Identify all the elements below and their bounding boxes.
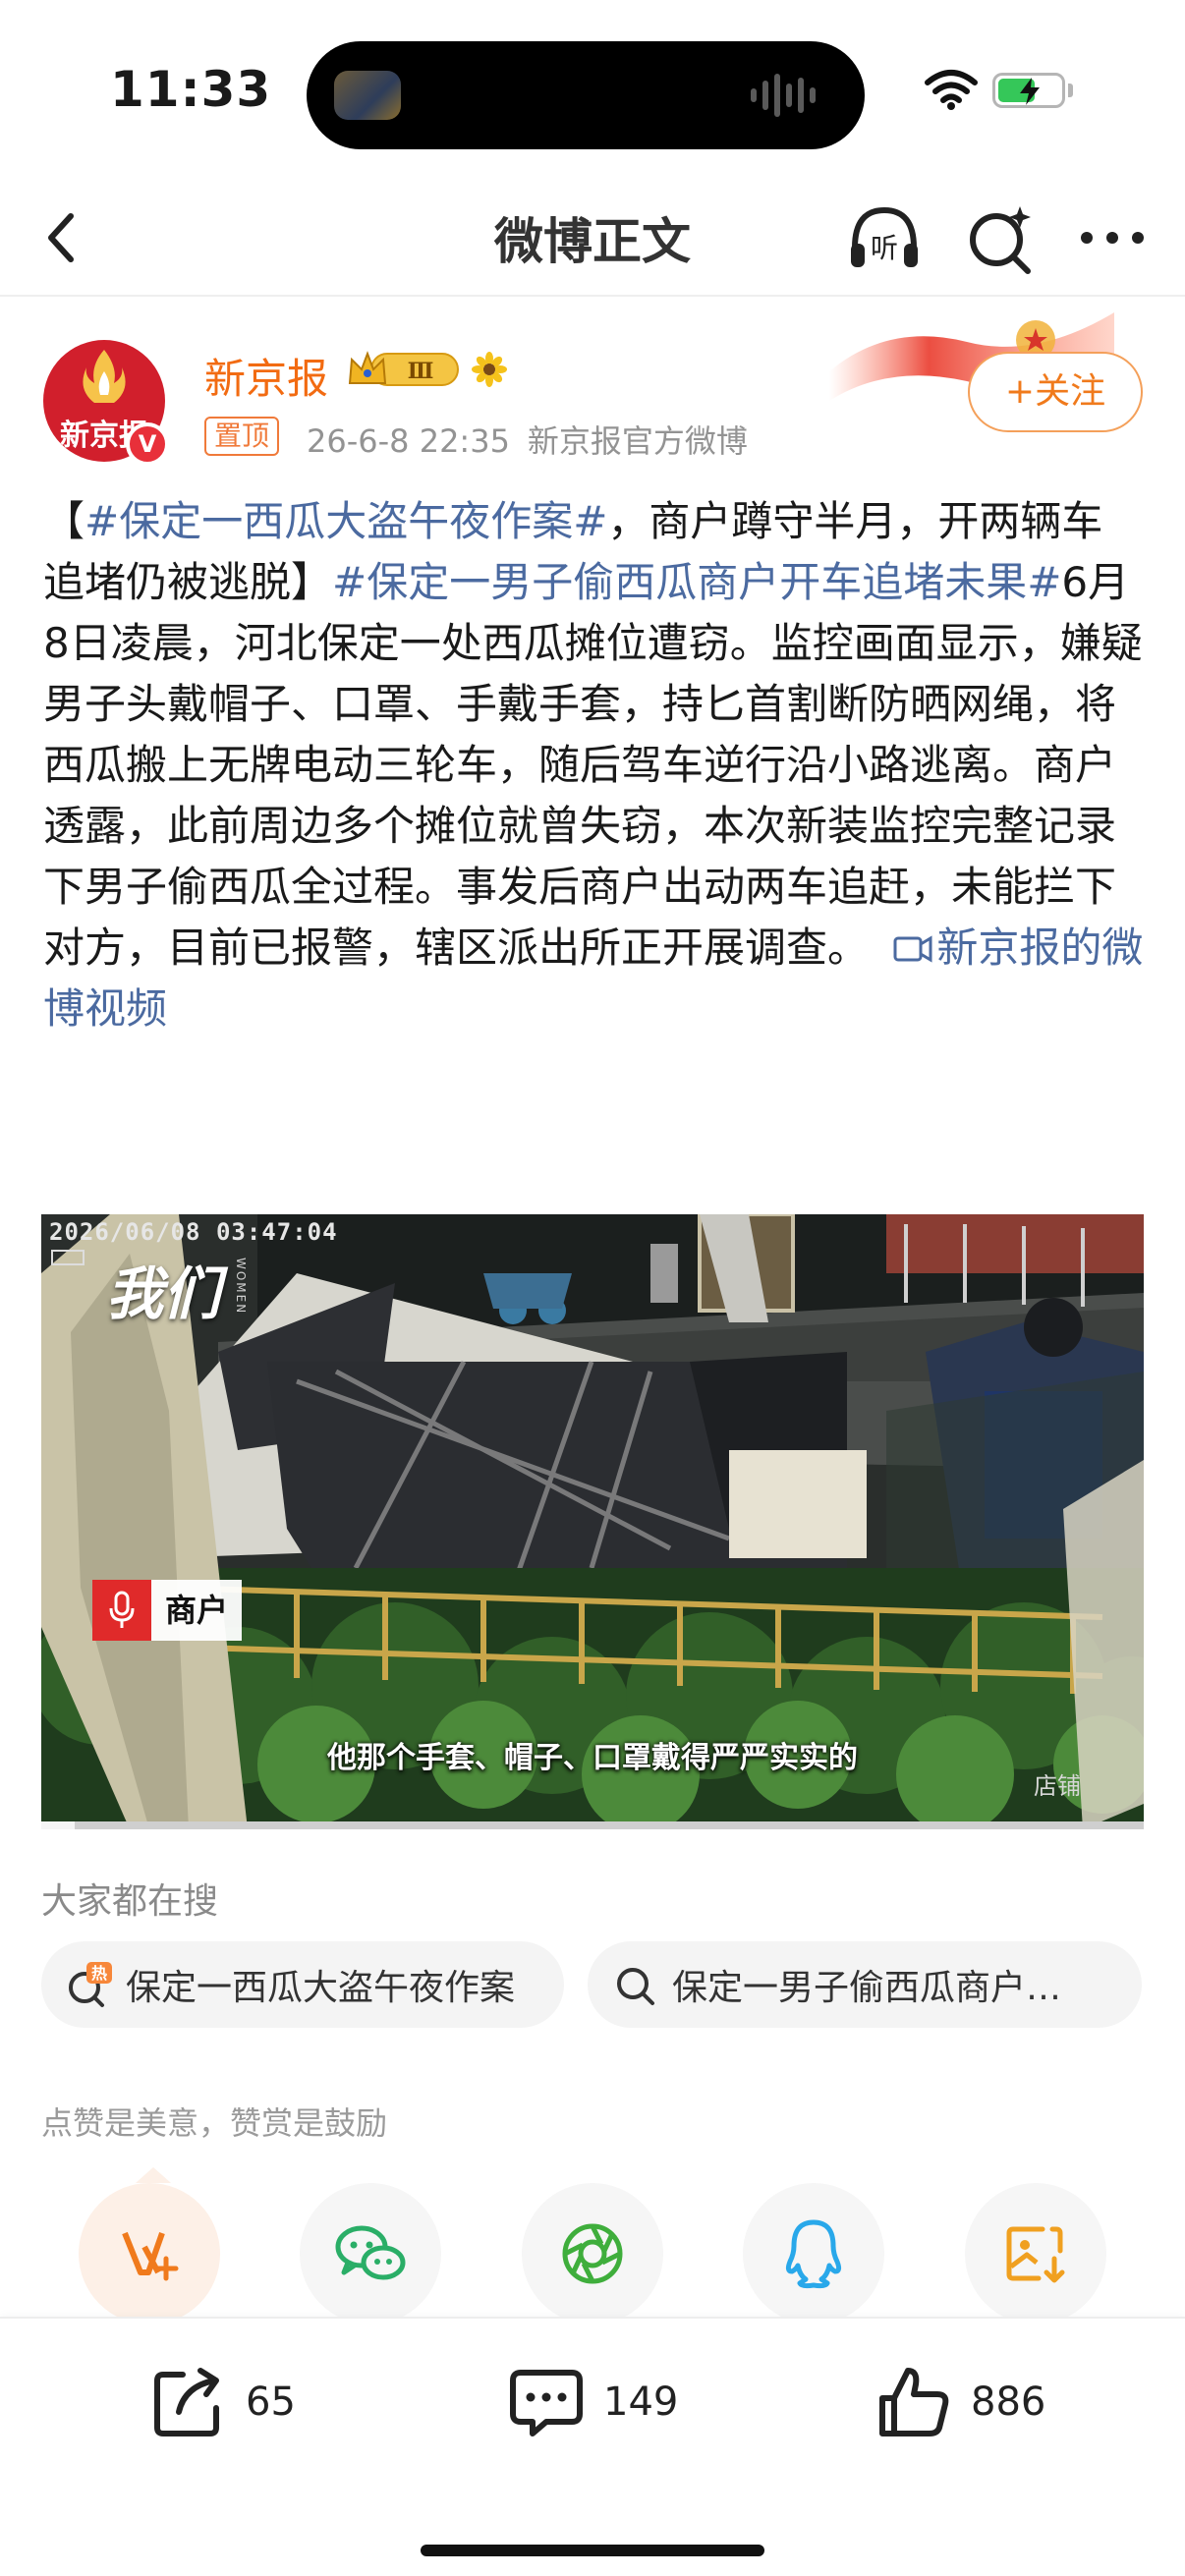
pinned-tag: 置顶 [204, 417, 280, 456]
share-qq-button[interactable] [743, 2183, 884, 2324]
flame-logo-icon [83, 350, 126, 403]
audio-wave-icon [751, 71, 829, 120]
video-corner-text: 店铺 [1034, 1772, 1081, 1800]
hot-search-label: 保定一西瓜大盗午夜作案 [126, 1968, 516, 2008]
video-brand-sub: WOMEN [234, 1258, 248, 1316]
bracket-open: 【 [43, 497, 85, 545]
save-image-icon [1006, 2226, 1065, 2283]
speaker-label: 商户 [92, 1580, 243, 1641]
share-row [0, 2183, 1185, 2324]
repost-count: 65 [246, 2380, 296, 2425]
hashtag-link[interactable]: #保定一男子偷西瓜商户开车追堵未果# [332, 558, 1061, 606]
cctv-timestamp: 2026/06/08 03:47:04 [49, 1218, 338, 1246]
listen-button[interactable]: 听 [843, 196, 926, 279]
author-name[interactable]: 新京报 [204, 346, 328, 406]
charging-bolt-icon [1020, 78, 1040, 105]
more-dots-icon [1081, 232, 1144, 244]
verified-badge: V [126, 422, 169, 466]
hot-label: 热 [91, 1964, 107, 1983]
home-indicator [421, 2545, 764, 2556]
qq-icon [785, 2219, 842, 2289]
video-progress-fill [41, 1821, 75, 1829]
author-header: 新京报 V 新京报 Ⅲ 置顶 26-6-8 22:35 新京报官方微博 +关注 [0, 297, 1185, 466]
status-bar: 11:33 [0, 0, 1185, 177]
post-body-text: 6月8日凌晨，河北保定一处西瓜摊位遭窃。监控画面显示，嫌疑男子头戴帽子、口罩、手… [43, 558, 1143, 972]
hashtag-link[interactable]: #保定一西瓜大盗午夜作案# [85, 497, 607, 545]
action-toolbar: 65 149 886 [0, 2317, 1185, 2576]
listen-label: 听 [871, 232, 898, 264]
headphones-listen-icon: 听 [851, 206, 918, 267]
search-icon [617, 1968, 654, 2005]
video-subtitle: 他那个手套、帽子、口罩戴得严严实实的 [327, 1741, 858, 1775]
video-link-icon [893, 935, 932, 963]
video-progress-bar[interactable] [41, 1821, 1144, 1829]
search-sparkle-icon [970, 206, 1031, 274]
hot-search-icon: 热 [69, 1962, 112, 2007]
hot-search-chip[interactable]: 保定一男子偷西瓜商户开车追堵未果 [588, 1941, 1142, 2028]
repost-icon [154, 2368, 219, 2436]
hot-search-label: 保定一男子偷西瓜商户开车追堵未果 [672, 1968, 1085, 2008]
save-image-button[interactable] [965, 2183, 1106, 2324]
search-button[interactable] [959, 196, 1042, 279]
reward-slogan: 点赞是美意，赞赏是鼓励 [41, 2104, 388, 2142]
like-button[interactable]: 886 [875, 2358, 1045, 2446]
now-playing-thumbnail [334, 71, 401, 120]
follow-button[interactable]: +关注 [968, 352, 1143, 432]
level-badge-text: Ⅲ [408, 359, 434, 384]
video-brand-logo: 我们 [106, 1260, 221, 1327]
rec-indicator [51, 1250, 85, 1265]
member-crown-badge[interactable]: Ⅲ [346, 348, 462, 391]
more-button[interactable] [1071, 196, 1154, 279]
share-moments-button[interactable] [522, 2183, 663, 2324]
sunflower-icon [472, 352, 507, 387]
post-timestamp: 26-6-8 22:35 [307, 422, 510, 460]
reward-button[interactable] [79, 2183, 220, 2324]
post-body: 【#保定一西瓜大盗午夜作案#，商户蹲守半月，开两辆车追堵仍被逃脱】#保定一男子偷… [43, 491, 1144, 1039]
moments-icon [562, 2223, 623, 2284]
comment-button[interactable]: 149 [507, 2358, 678, 2446]
like-count: 886 [971, 2380, 1046, 2425]
wifi-icon [925, 70, 978, 110]
weibo-reward-icon [122, 2231, 179, 2281]
nav-bar: 微博正文 听 [0, 177, 1185, 297]
comment-icon [510, 2370, 583, 2436]
reward-caret [136, 2167, 171, 2183]
repost-button[interactable]: 65 [149, 2358, 296, 2446]
status-time: 11:33 [110, 61, 272, 118]
post-meta: 26-6-8 22:35 新京报官方微博 [307, 417, 748, 462]
microphone-icon [92, 1580, 151, 1641]
wechat-icon [335, 2225, 406, 2280]
hot-search-title: 大家都在搜 [41, 1881, 219, 1922]
comment-count: 149 [603, 2380, 679, 2425]
video-player[interactable]: 2026/06/08 03:47:04 我们 WOMEN 商户 他那个手套、帽子… [41, 1214, 1144, 1829]
thumbs-up-icon [879, 2368, 949, 2436]
hot-search-chip[interactable]: 热 保定一西瓜大盗午夜作案 [41, 1941, 564, 2028]
speaker-name: 商户 [151, 1580, 243, 1641]
dynamic-island[interactable] [307, 41, 865, 149]
crown-icon: Ⅲ [348, 351, 459, 386]
battery-cap [1068, 84, 1073, 97]
battery-icon [992, 73, 1065, 108]
post-source: 新京报官方微博 [527, 422, 748, 460]
share-wechat-button[interactable] [300, 2183, 441, 2324]
